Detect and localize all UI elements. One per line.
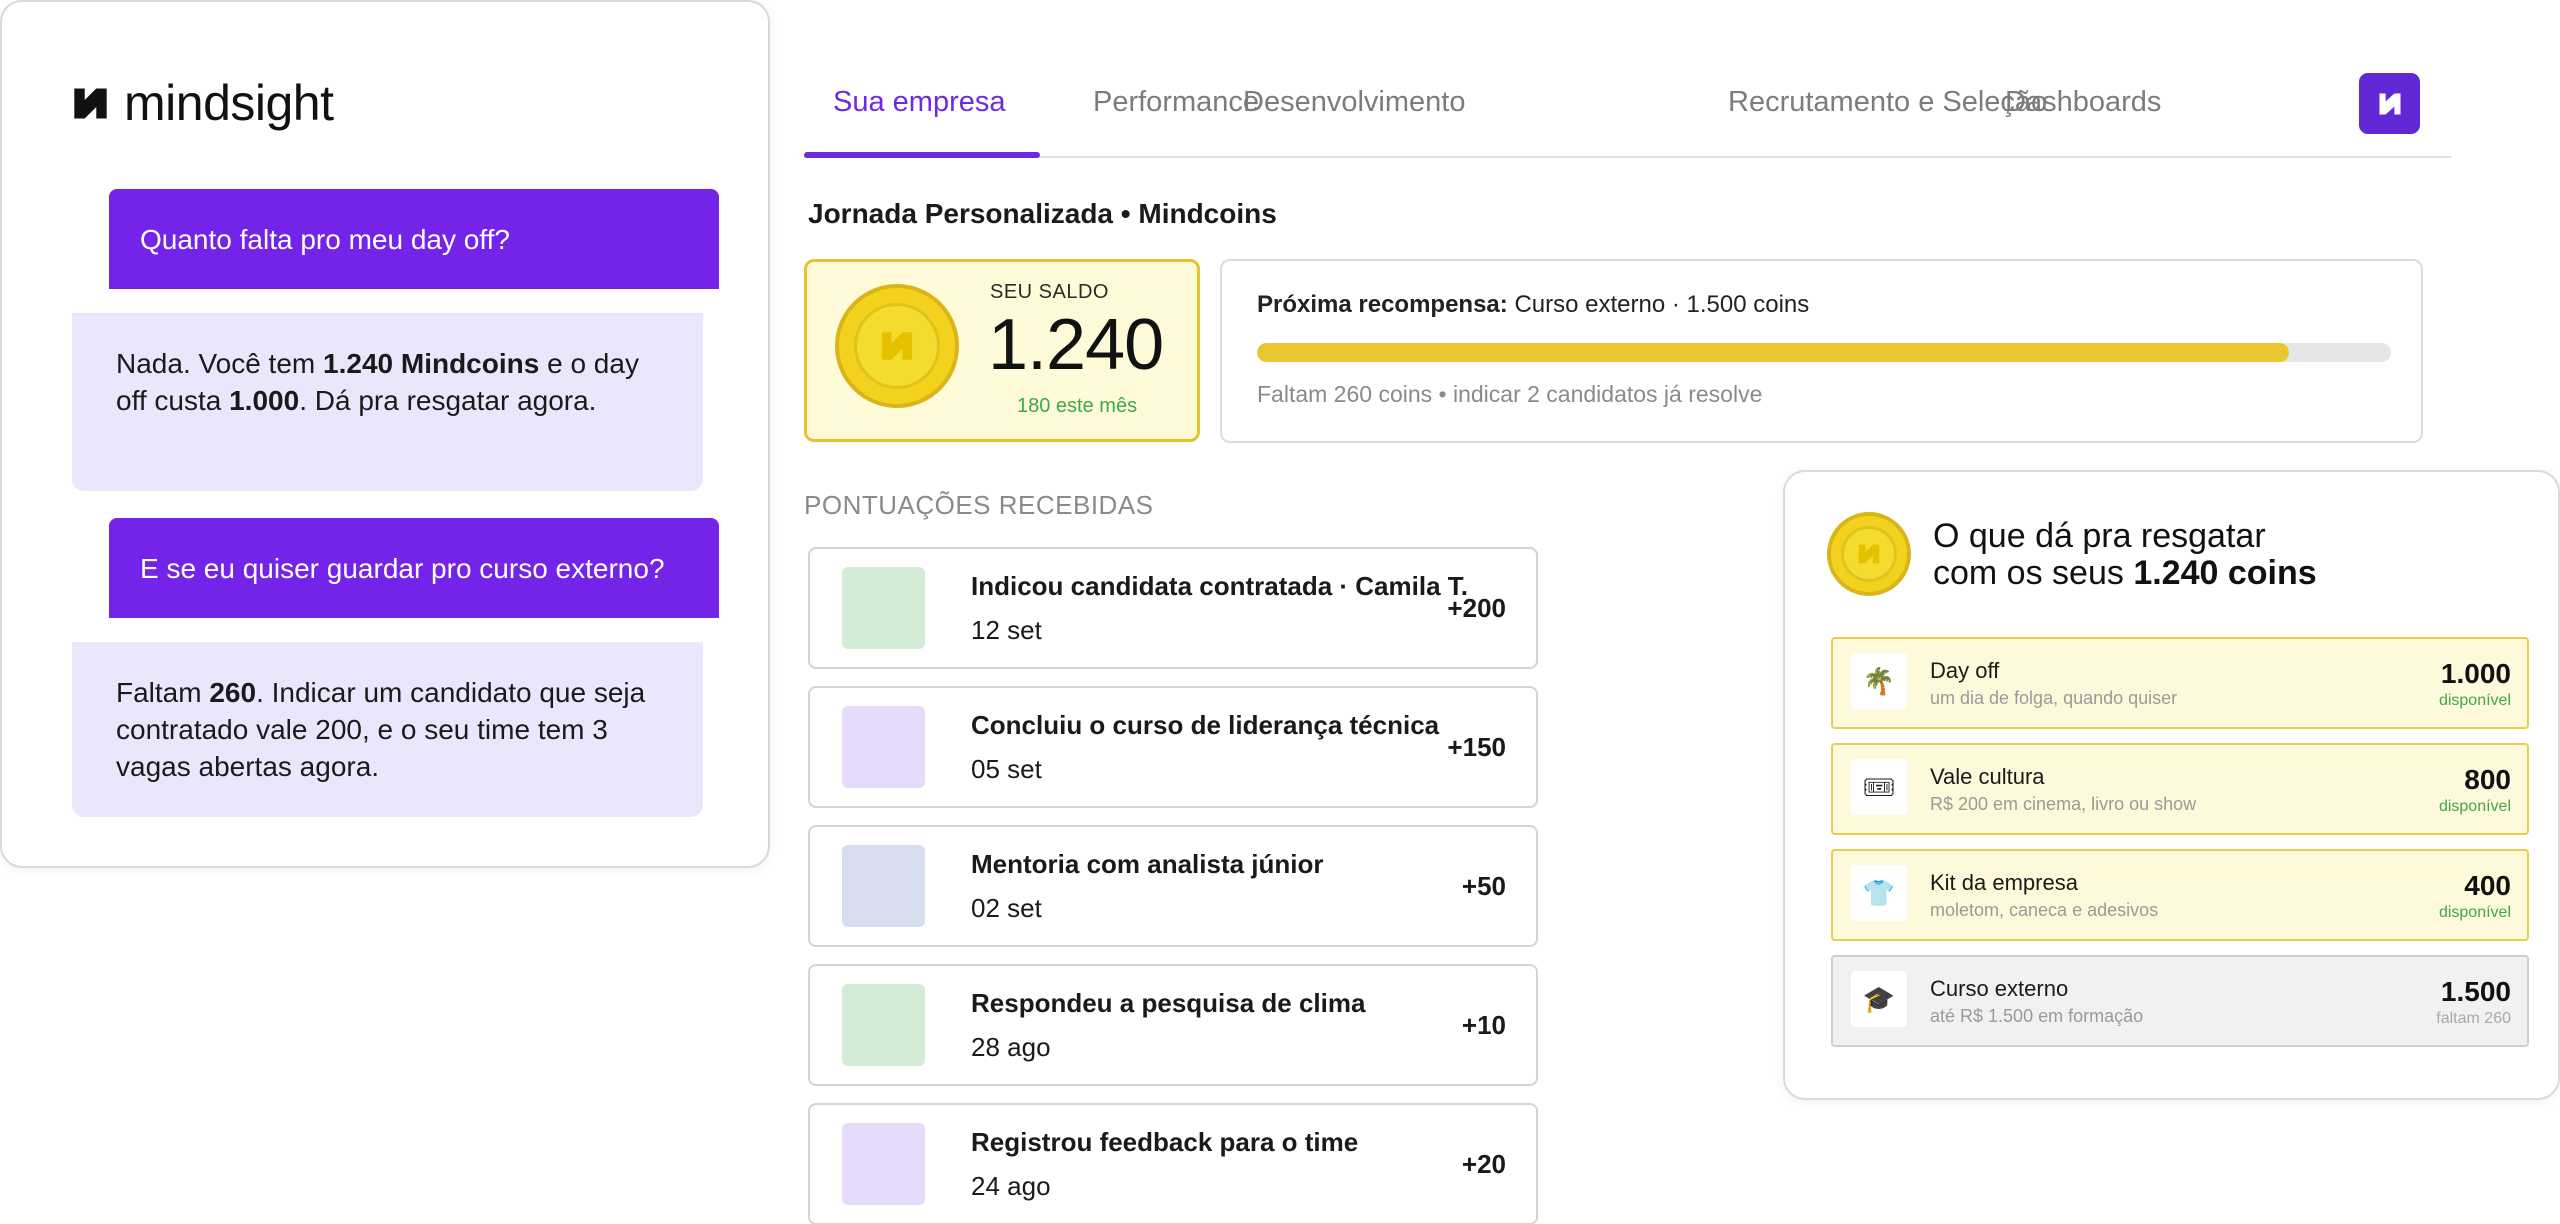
active-tab-indicator	[804, 152, 1040, 158]
received-section-title: PONTUAÇÕES RECEBIDAS	[804, 490, 1154, 520]
redeem-option[interactable]: 🎟 Vale cultura R$ 200 em cinema, livro ou …	[1831, 743, 2529, 835]
balance-value: 1.240	[988, 305, 1164, 385]
redeem-option-name: Kit da empresa	[1930, 870, 2078, 895]
activity-points: +200	[1447, 593, 1506, 623]
next-reward-label: Próxima recompensa:	[1257, 291, 1508, 318]
mindsight-logo-icon	[74, 87, 107, 119]
redeem-option-cost: 800	[2464, 764, 2511, 795]
balance-card: SEU SALDO 1.240 180 este mês	[804, 259, 1200, 442]
redeem-option-description: R$ 200 em cinema, livro ou show	[1930, 794, 2197, 814]
activity-points: +150	[1447, 732, 1506, 762]
activity-date: 02 set	[971, 893, 1042, 923]
activity-title: Concluiu o curso de liderança técnica	[971, 710, 1440, 740]
coin-icon	[1827, 512, 1911, 596]
coin-icon	[835, 284, 959, 408]
redeem-option-name: Curso externo	[1930, 976, 2069, 1001]
tshirt-icon: 👕	[1851, 865, 1907, 921]
redeem-option-status: faltam 260	[2436, 1010, 2511, 1027]
tab-dashboards[interactable]: Dashboards	[2005, 86, 2161, 119]
activity-thumbnail	[842, 845, 925, 927]
balance-month-gain: 180 este mês	[1017, 395, 1138, 417]
chat-bot-message-part: 1.000	[229, 385, 300, 416]
redeem-panel: O que dá pra resgatar com os seus 1.240 …	[1783, 470, 2560, 1100]
activity-points: +20	[1461, 1149, 1506, 1179]
tab-recrutamento-selecao[interactable]: Recrutamento e Seleção	[1728, 86, 2047, 119]
chat-panel: mindsight Quanto falta pro meu day off? N…	[0, 0, 770, 868]
tab-desenvolvimento[interactable]: Desenvolvimento	[1243, 86, 1465, 119]
activity-points: +50	[1461, 871, 1506, 901]
palm-tree-icon: 🌴	[1851, 653, 1907, 709]
activity-row[interactable]: Mentoria com analista júnior 02 set +50	[808, 825, 1538, 947]
redeem-option-cost: 1.000	[2440, 658, 2511, 689]
activity-date: 12 set	[971, 615, 1042, 645]
activity-row[interactable]: Respondeu a pesquisa de clima 28 ago +10	[808, 964, 1538, 1086]
activity-title: Registrou feedback para o time	[971, 1127, 1359, 1157]
next-reward-text: Próxima recompensa: Curso externo · 1.50…	[1257, 291, 1809, 319]
chat-user-message-text: Quanto falta pro meu day off?	[140, 223, 510, 255]
top-nav-tabs: Sua empresa Performance Desenvolvimento Rec…	[804, 48, 2452, 158]
reward-progress-bar	[1257, 343, 2391, 362]
page-title: Jornada Personalizada • Mindcoins	[808, 198, 1277, 229]
redeem-option-cost: 400	[2464, 870, 2511, 901]
tab-sua-empresa[interactable]: Sua empresa	[833, 86, 1006, 119]
mindsight-logo-icon	[2379, 93, 2400, 114]
chat-bot-message-part: 1.240 Mindcoins	[323, 348, 540, 379]
activity-date: 24 ago	[971, 1171, 1051, 1201]
chat-bot-message: Faltam 260. Indicar um candidato que sej…	[72, 642, 703, 817]
activity-title: Respondeu a pesquisa de clima	[971, 988, 1366, 1018]
brand: mindsight	[72, 75, 334, 131]
redeem-option-description: moletom, caneca e adesivos	[1930, 900, 2159, 920]
activity-row[interactable]: Concluiu o curso de liderança técnica 05 …	[808, 686, 1538, 808]
redeem-option-name: Day off	[1930, 658, 2000, 683]
redeem-option[interactable]: 🌴 Day off um dia de folga, quando quiser 1.…	[1831, 637, 2529, 729]
chat-user-message-text: E se eu quiser guardar pro curso externo…	[140, 552, 665, 584]
redeem-title-coins: 1.240 coins	[2133, 554, 2317, 592]
reward-progress-fill	[1257, 343, 2289, 362]
redeem-option-status: disponível	[2438, 798, 2511, 815]
redeem-title: O que dá pra resgatar com os seus 1.240 …	[1933, 518, 2317, 592]
redeem-option-status: disponível	[2438, 692, 2511, 709]
redeem-option-description: até R$ 1.500 em formação	[1930, 1006, 2144, 1026]
next-reward-hint: Faltam 260 coins • indicar 2 candidatos …	[1257, 381, 1763, 407]
activity-title: Indicou candidata contratada · Camila T.	[971, 571, 1468, 601]
chat-bot-message-part: Nada. Você tem	[116, 348, 324, 379]
redeem-option-name: Vale cultura	[1930, 764, 2045, 789]
activity-title: Mentoria com analista júnior	[971, 849, 1324, 879]
graduation-cap-icon: 🎓	[1851, 971, 1907, 1027]
activity-thumbnail	[842, 567, 925, 649]
redeem-option-cost: 1.500	[2440, 976, 2511, 1007]
activity-thumbnail	[842, 1123, 925, 1205]
chat-bot-message-part: Faltam	[116, 677, 210, 708]
chat-bot-message: Nada. Você tem 1.240 Mindcoins e o day o…	[72, 313, 703, 491]
activity-thumbnail	[842, 706, 925, 788]
redeem-option[interactable]: 👕 Kit da empresa moletom, caneca e adesivo…	[1831, 849, 2529, 941]
activity-row[interactable]: Indicou candidata contratada · Camila T.…	[808, 547, 1538, 669]
redeem-option-status: disponível	[2438, 904, 2511, 921]
redeem-title-line1: O que dá pra resgatar	[1933, 517, 2266, 555]
activity-row[interactable]: Registrou feedback para o time 24 ago +20	[808, 1103, 1538, 1224]
redeem-option-description: um dia de folga, quando quiser	[1930, 688, 2178, 708]
chat-bot-message-part: 260	[209, 677, 257, 708]
ticket-icon: 🎟	[1851, 759, 1907, 815]
redeem-title-prefix: com os seus	[1933, 554, 2134, 592]
next-reward-value: Curso externo · 1.500 coins	[1514, 291, 1810, 318]
tab-performance[interactable]: Performance	[1093, 86, 1259, 119]
next-reward-card: Próxima recompensa: Curso externo · 1.50…	[1220, 259, 2423, 443]
balance-label: SEU SALDO	[990, 281, 1109, 303]
activity-date: 28 ago	[971, 1032, 1051, 1062]
activity-points: +10	[1461, 1010, 1506, 1040]
activity-thumbnail	[842, 984, 925, 1066]
chat-bot-message-part: . Dá pra resgatar agora.	[299, 385, 597, 416]
brand-name: mindsight	[124, 75, 334, 131]
nav-logo-button[interactable]	[2359, 73, 2420, 134]
redeem-option[interactable]: 🎓 Curso externo até R$ 1.500 em formação 1.…	[1831, 955, 2529, 1047]
activity-date: 05 set	[971, 754, 1042, 784]
chat-user-message: E se eu quiser guardar pro curso externo…	[109, 518, 719, 618]
chat-user-message: Quanto falta pro meu day off?	[109, 189, 719, 289]
